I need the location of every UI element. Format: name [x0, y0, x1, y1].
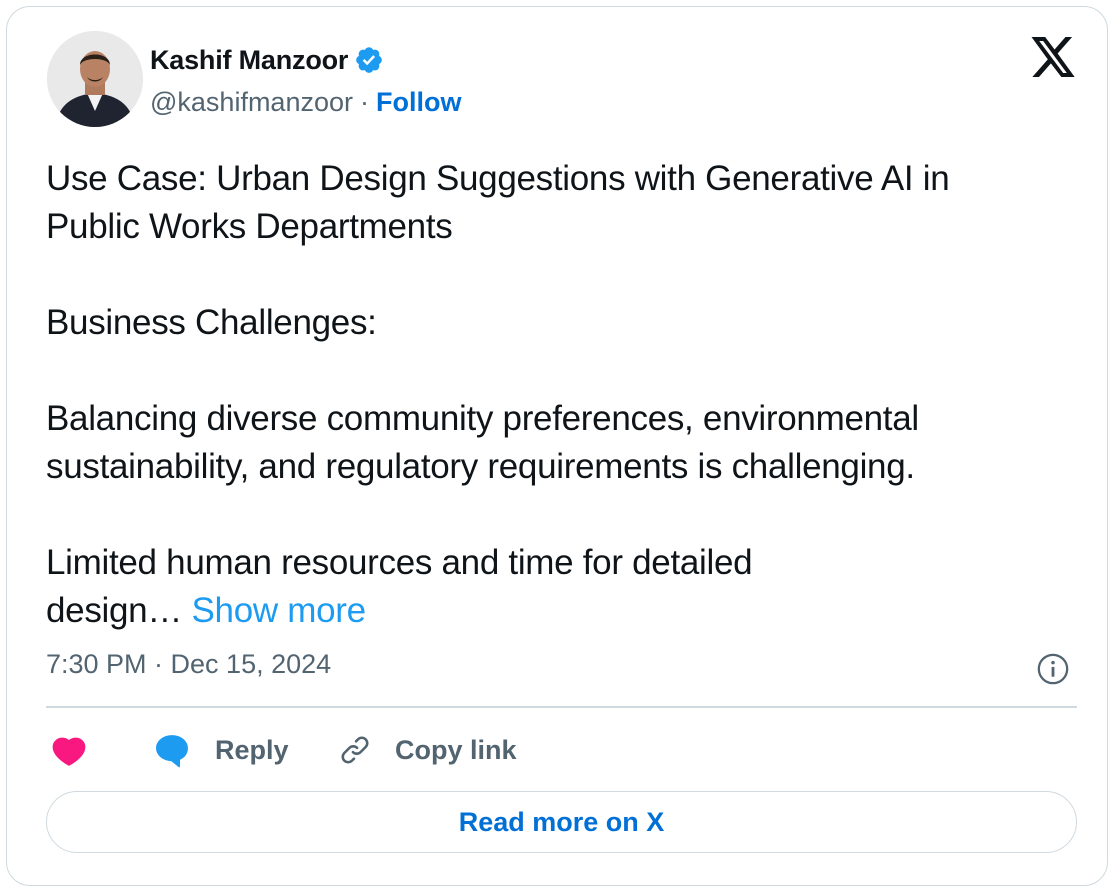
- author-handle[interactable]: @kashifmanzoor: [150, 87, 353, 118]
- reply-button[interactable]: Reply: [153, 730, 289, 770]
- author-name-row: Kashif Manzoor: [150, 43, 384, 77]
- link-icon: [337, 732, 373, 768]
- tweet-line: Limited human resources and time for det…: [46, 543, 753, 582]
- copy-link-button[interactable]: Copy link: [337, 730, 517, 770]
- read-more-button[interactable]: Read more on X: [46, 791, 1077, 853]
- tweet-embed-card: Kashif Manzoor @kashifmanzoor · Follow U…: [6, 6, 1108, 886]
- author-handle-row: @kashifmanzoor · Follow: [150, 85, 461, 119]
- author-display-name[interactable]: Kashif Manzoor: [150, 45, 348, 76]
- heart-icon: [51, 733, 87, 767]
- divider: [46, 706, 1077, 708]
- show-more-link[interactable]: Show more: [191, 591, 366, 630]
- reply-bubble-icon: [153, 732, 191, 768]
- tweet-last-line: design… Show more: [46, 587, 1086, 635]
- verified-badge-icon: [354, 45, 384, 75]
- x-logo-icon[interactable]: [1029, 35, 1077, 79]
- info-icon[interactable]: [1036, 652, 1070, 686]
- tweet-line: Business Challenges:: [46, 303, 377, 342]
- copy-link-label: Copy link: [395, 734, 517, 765]
- avatar-image: [47, 31, 143, 127]
- avatar[interactable]: [47, 31, 143, 127]
- follow-button[interactable]: Follow: [376, 87, 461, 118]
- tweet-line: Balancing diverse community preferences,…: [46, 399, 919, 438]
- tweet-line: sustainability, and regulatory requireme…: [46, 447, 915, 486]
- tweet-timestamp[interactable]: 7:30 PM · Dec 15, 2024: [46, 649, 331, 680]
- like-button[interactable]: [51, 730, 87, 770]
- tweet-line: design…: [46, 591, 183, 630]
- tweet-text: Use Case: Urban Design Suggestions with …: [46, 155, 1086, 635]
- tweet-line: Public Works Departments: [46, 207, 453, 246]
- tweet-line: Use Case: Urban Design Suggestions with …: [46, 159, 950, 198]
- reply-label: Reply: [215, 734, 289, 765]
- separator-dot: ·: [360, 86, 369, 117]
